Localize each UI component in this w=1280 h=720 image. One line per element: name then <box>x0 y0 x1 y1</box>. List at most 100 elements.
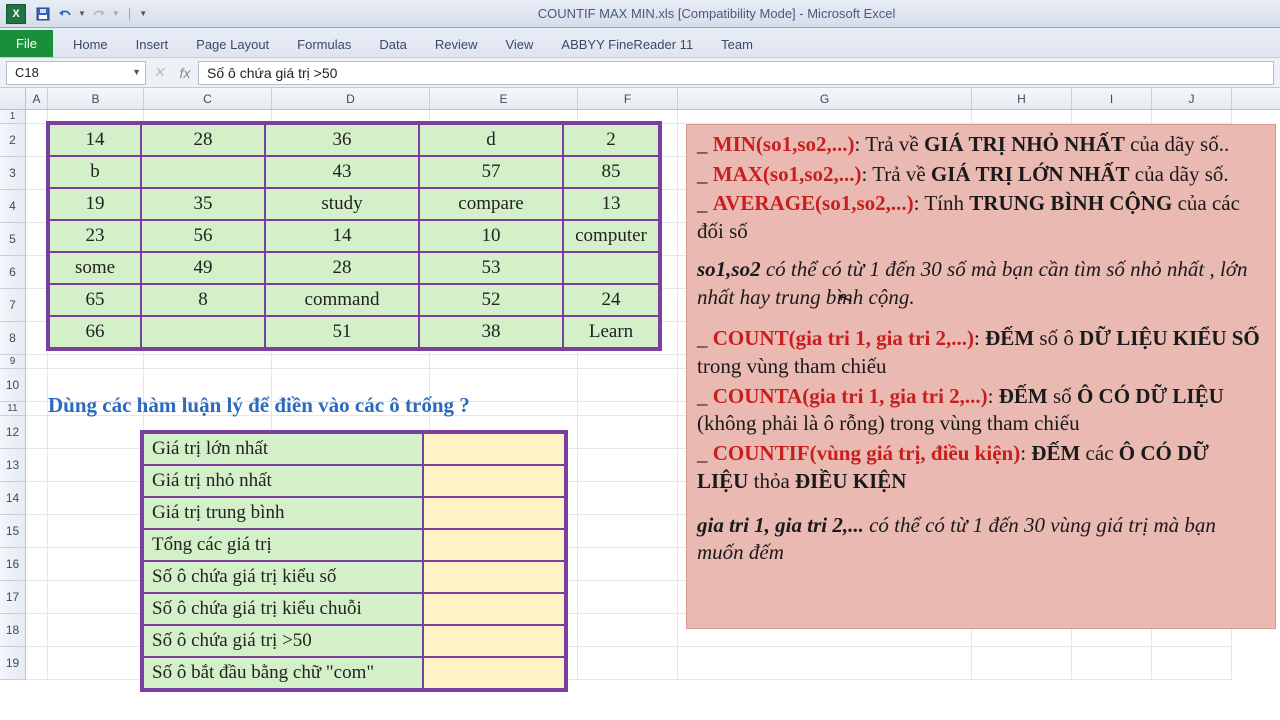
answer-value-cell[interactable] <box>423 625 565 657</box>
row-10[interactable]: 10 <box>0 369 26 402</box>
data-cell[interactable]: command <box>265 284 419 316</box>
answer-value-cell[interactable] <box>423 433 565 465</box>
answer-value-cell[interactable] <box>423 561 565 593</box>
name-box-dropdown-icon[interactable]: ▼ <box>132 67 141 77</box>
col-I[interactable]: I <box>1072 88 1152 109</box>
tab-formulas[interactable]: Formulas <box>283 31 365 57</box>
answer-label[interactable]: Số ô chứa giá trị >50 <box>143 625 423 657</box>
data-cell[interactable]: 13 <box>563 188 659 220</box>
answer-value-cell[interactable] <box>423 497 565 529</box>
undo-icon[interactable] <box>56 5 74 23</box>
row-18[interactable]: 18 <box>0 614 26 647</box>
row-6[interactable]: 6 <box>0 256 26 289</box>
answer-label[interactable]: Giá trị nhỏ nhất <box>143 465 423 497</box>
row-4[interactable]: 4 <box>0 190 26 223</box>
data-cell[interactable]: 14 <box>49 124 141 156</box>
row-5[interactable]: 5 <box>0 223 26 256</box>
col-D[interactable]: D <box>272 88 430 109</box>
row-13[interactable]: 13 <box>0 449 26 482</box>
tab-home[interactable]: Home <box>59 31 122 57</box>
tab-data[interactable]: Data <box>365 31 420 57</box>
row-3[interactable]: 3 <box>0 157 26 190</box>
save-icon[interactable] <box>34 5 52 23</box>
data-cell[interactable]: 8 <box>141 284 265 316</box>
name-box[interactable]: C18 ▼ <box>6 61 146 85</box>
answer-label[interactable]: Số ô chứa giá trị kiểu số <box>143 561 423 593</box>
tab-insert[interactable]: Insert <box>122 31 183 57</box>
row-15[interactable]: 15 <box>0 515 26 548</box>
data-cell[interactable] <box>141 316 265 348</box>
col-B[interactable]: B <box>48 88 144 109</box>
answer-label[interactable]: Giá trị lớn nhất <box>143 433 423 465</box>
row-11[interactable]: 11 <box>0 402 26 416</box>
row-7[interactable]: 7 <box>0 289 26 322</box>
col-C[interactable]: C <box>144 88 272 109</box>
data-cell[interactable]: 23 <box>49 220 141 252</box>
data-cell[interactable]: 57 <box>419 156 563 188</box>
data-cell[interactable]: 65 <box>49 284 141 316</box>
col-F[interactable]: F <box>578 88 678 109</box>
row-12[interactable]: 12 <box>0 416 26 449</box>
data-cell[interactable]: 43 <box>265 156 419 188</box>
tab-file[interactable]: File <box>0 30 53 57</box>
cancel-icon[interactable]: ✕ <box>146 64 172 81</box>
data-cell[interactable]: 2 <box>563 124 659 156</box>
answer-label[interactable]: Giá trị trung bình <box>143 497 423 529</box>
answer-value-cell[interactable] <box>423 465 565 497</box>
answer-label[interactable]: Số ô chứa giá trị kiểu chuỗi <box>143 593 423 625</box>
data-cell[interactable]: d <box>419 124 563 156</box>
data-cell[interactable]: 19 <box>49 188 141 220</box>
row-16[interactable]: 16 <box>0 548 26 581</box>
data-cell[interactable]: 28 <box>141 124 265 156</box>
data-cell[interactable] <box>563 252 659 284</box>
row-14[interactable]: 14 <box>0 482 26 515</box>
row-17[interactable]: 17 <box>0 581 26 614</box>
select-all-corner[interactable] <box>0 88 26 109</box>
row-9[interactable]: 9 <box>0 355 26 369</box>
row-8[interactable]: 8 <box>0 322 26 355</box>
data-cell[interactable]: 66 <box>49 316 141 348</box>
cell-grid[interactable]: 142836d2b4357851935studycompare132356141… <box>26 110 1280 720</box>
data-cell[interactable]: b <box>49 156 141 188</box>
data-cell[interactable]: 36 <box>265 124 419 156</box>
answers-table[interactable]: Giá trị lớn nhấtGiá trị nhỏ nhấtGiá trị … <box>140 430 568 692</box>
col-A[interactable]: A <box>26 88 48 109</box>
data-cell[interactable]: computer <box>563 220 659 252</box>
data-cell[interactable]: 38 <box>419 316 563 348</box>
data-cell[interactable]: 10 <box>419 220 563 252</box>
data-cell[interactable]: 35 <box>141 188 265 220</box>
data-cell[interactable]: 28 <box>265 252 419 284</box>
tab-review[interactable]: Review <box>421 31 492 57</box>
row-1[interactable]: 1 <box>0 110 26 124</box>
answer-label[interactable]: Số ô bắt đầu bằng chữ "com" <box>143 657 423 689</box>
answer-value-cell[interactable] <box>423 529 565 561</box>
fx-icon[interactable]: fx <box>172 65 198 81</box>
undo-dropdown-icon[interactable]: ▼ <box>78 9 86 18</box>
tab-abbyy[interactable]: ABBYY FineReader 11 <box>547 31 707 57</box>
col-J[interactable]: J <box>1152 88 1232 109</box>
data-cell[interactable]: some <box>49 252 141 284</box>
col-G[interactable]: G <box>678 88 972 109</box>
redo-dropdown-icon[interactable]: ▼ <box>112 9 120 18</box>
data-cell[interactable]: 51 <box>265 316 419 348</box>
data-table[interactable]: 142836d2b4357851935studycompare132356141… <box>46 121 662 351</box>
formula-input[interactable]: Số ô chứa giá trị >50 <box>198 61 1274 85</box>
data-cell[interactable]: compare <box>419 188 563 220</box>
data-cell[interactable]: 24 <box>563 284 659 316</box>
tab-team[interactable]: Team <box>707 31 767 57</box>
data-cell[interactable]: 49 <box>141 252 265 284</box>
data-cell[interactable]: study <box>265 188 419 220</box>
col-H[interactable]: H <box>972 88 1072 109</box>
worksheet[interactable]: A B C D E F G H I J 1 2 3 4 5 6 7 8 9 10… <box>0 88 1280 720</box>
data-cell[interactable]: 14 <box>265 220 419 252</box>
row-2[interactable]: 2 <box>0 124 26 157</box>
data-cell[interactable]: 85 <box>563 156 659 188</box>
answer-value-cell[interactable] <box>423 593 565 625</box>
answer-value-cell[interactable] <box>423 657 565 689</box>
tab-view[interactable]: View <box>491 31 547 57</box>
redo-icon[interactable] <box>90 5 108 23</box>
data-cell[interactable]: 53 <box>419 252 563 284</box>
data-cell[interactable]: Learn <box>563 316 659 348</box>
col-E[interactable]: E <box>430 88 578 109</box>
tab-page-layout[interactable]: Page Layout <box>182 31 283 57</box>
